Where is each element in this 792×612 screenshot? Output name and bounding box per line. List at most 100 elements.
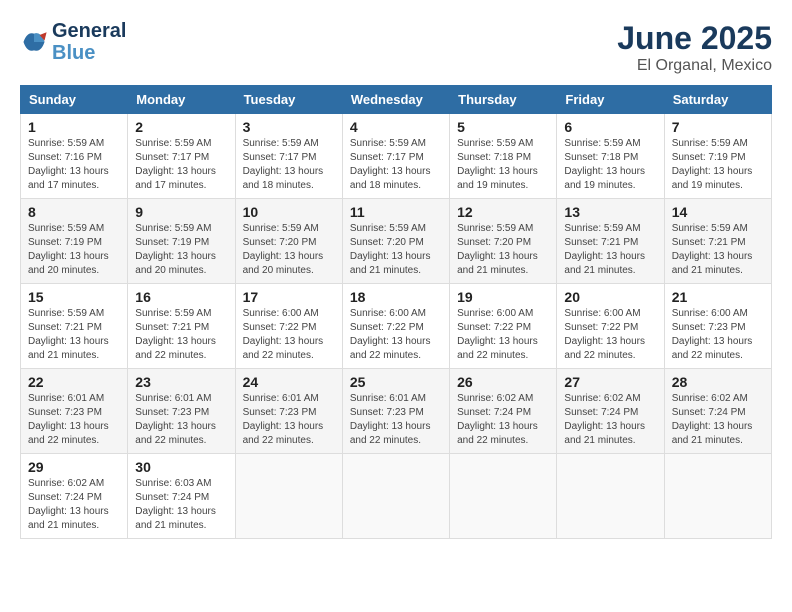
table-row: 27 Sunrise: 6:02 AM Sunset: 7:24 PM Dayl… (557, 369, 664, 454)
logo-line1: General (52, 20, 126, 42)
col-friday: Friday (557, 86, 664, 114)
day-info: Sunrise: 6:02 AM Sunset: 7:24 PM Dayligh… (672, 392, 764, 448)
table-row (450, 454, 557, 539)
day-number: 16 (135, 289, 227, 305)
table-row: 6 Sunrise: 5:59 AM Sunset: 7:18 PM Dayli… (557, 114, 664, 199)
day-number: 10 (243, 204, 335, 220)
day-info: Sunrise: 5:59 AM Sunset: 7:20 PM Dayligh… (243, 222, 335, 278)
day-info: Sunrise: 6:00 AM Sunset: 7:22 PM Dayligh… (243, 307, 335, 363)
day-number: 9 (135, 204, 227, 220)
day-number: 25 (350, 374, 442, 390)
table-row: 29 Sunrise: 6:02 AM Sunset: 7:24 PM Dayl… (21, 454, 128, 539)
day-info: Sunrise: 5:59 AM Sunset: 7:19 PM Dayligh… (135, 222, 227, 278)
calendar-week-row: 8 Sunrise: 5:59 AM Sunset: 7:19 PM Dayli… (21, 199, 772, 284)
table-row: 25 Sunrise: 6:01 AM Sunset: 7:23 PM Dayl… (342, 369, 449, 454)
day-number: 1 (28, 119, 120, 135)
day-number: 18 (350, 289, 442, 305)
table-row: 18 Sunrise: 6:00 AM Sunset: 7:22 PM Dayl… (342, 284, 449, 369)
calendar-header-row: Sunday Monday Tuesday Wednesday Thursday… (21, 86, 772, 114)
day-number: 8 (28, 204, 120, 220)
col-saturday: Saturday (664, 86, 771, 114)
table-row: 24 Sunrise: 6:01 AM Sunset: 7:23 PM Dayl… (235, 369, 342, 454)
day-info: Sunrise: 5:59 AM Sunset: 7:21 PM Dayligh… (135, 307, 227, 363)
day-number: 15 (28, 289, 120, 305)
day-info: Sunrise: 6:02 AM Sunset: 7:24 PM Dayligh… (28, 477, 120, 533)
col-tuesday: Tuesday (235, 86, 342, 114)
table-row: 3 Sunrise: 5:59 AM Sunset: 7:17 PM Dayli… (235, 114, 342, 199)
table-row: 5 Sunrise: 5:59 AM Sunset: 7:18 PM Dayli… (450, 114, 557, 199)
day-info: Sunrise: 6:01 AM Sunset: 7:23 PM Dayligh… (243, 392, 335, 448)
table-row: 9 Sunrise: 5:59 AM Sunset: 7:19 PM Dayli… (128, 199, 235, 284)
day-number: 6 (564, 119, 656, 135)
day-number: 13 (564, 204, 656, 220)
day-info: Sunrise: 6:01 AM Sunset: 7:23 PM Dayligh… (350, 392, 442, 448)
day-number: 17 (243, 289, 335, 305)
day-number: 26 (457, 374, 549, 390)
day-info: Sunrise: 6:01 AM Sunset: 7:23 PM Dayligh… (28, 392, 120, 448)
day-number: 28 (672, 374, 764, 390)
day-number: 23 (135, 374, 227, 390)
day-number: 29 (28, 459, 120, 475)
table-row: 12 Sunrise: 5:59 AM Sunset: 7:20 PM Dayl… (450, 199, 557, 284)
table-row: 28 Sunrise: 6:02 AM Sunset: 7:24 PM Dayl… (664, 369, 771, 454)
month-title: June 2025 (617, 20, 772, 57)
day-number: 30 (135, 459, 227, 475)
day-number: 21 (672, 289, 764, 305)
table-row: 19 Sunrise: 6:00 AM Sunset: 7:22 PM Dayl… (450, 284, 557, 369)
day-number: 5 (457, 119, 549, 135)
day-info: Sunrise: 5:59 AM Sunset: 7:18 PM Dayligh… (457, 137, 549, 193)
table-row: 11 Sunrise: 5:59 AM Sunset: 7:20 PM Dayl… (342, 199, 449, 284)
table-row: 7 Sunrise: 5:59 AM Sunset: 7:19 PM Dayli… (664, 114, 771, 199)
logo: General Blue (20, 20, 126, 64)
table-row (342, 454, 449, 539)
day-info: Sunrise: 5:59 AM Sunset: 7:16 PM Dayligh… (28, 137, 120, 193)
calendar-body: 1 Sunrise: 5:59 AM Sunset: 7:16 PM Dayli… (21, 114, 772, 539)
day-info: Sunrise: 6:02 AM Sunset: 7:24 PM Dayligh… (564, 392, 656, 448)
page-header: General Blue June 2025 El Organal, Mexic… (20, 20, 772, 75)
day-number: 22 (28, 374, 120, 390)
logo-icon (20, 28, 48, 56)
day-number: 7 (672, 119, 764, 135)
table-row (235, 454, 342, 539)
table-row: 13 Sunrise: 5:59 AM Sunset: 7:21 PM Dayl… (557, 199, 664, 284)
day-info: Sunrise: 6:02 AM Sunset: 7:24 PM Dayligh… (457, 392, 549, 448)
day-info: Sunrise: 5:59 AM Sunset: 7:17 PM Dayligh… (350, 137, 442, 193)
day-number: 27 (564, 374, 656, 390)
day-number: 11 (350, 204, 442, 220)
day-number: 4 (350, 119, 442, 135)
day-number: 12 (457, 204, 549, 220)
day-number: 24 (243, 374, 335, 390)
table-row: 26 Sunrise: 6:02 AM Sunset: 7:24 PM Dayl… (450, 369, 557, 454)
table-row: 17 Sunrise: 6:00 AM Sunset: 7:22 PM Dayl… (235, 284, 342, 369)
calendar-table: Sunday Monday Tuesday Wednesday Thursday… (20, 85, 772, 539)
table-row: 15 Sunrise: 5:59 AM Sunset: 7:21 PM Dayl… (21, 284, 128, 369)
table-row: 20 Sunrise: 6:00 AM Sunset: 7:22 PM Dayl… (557, 284, 664, 369)
day-info: Sunrise: 6:00 AM Sunset: 7:23 PM Dayligh… (672, 307, 764, 363)
day-number: 20 (564, 289, 656, 305)
table-row: 23 Sunrise: 6:01 AM Sunset: 7:23 PM Dayl… (128, 369, 235, 454)
day-info: Sunrise: 5:59 AM Sunset: 7:20 PM Dayligh… (350, 222, 442, 278)
title-area: June 2025 El Organal, Mexico (617, 20, 772, 75)
calendar-week-row: 22 Sunrise: 6:01 AM Sunset: 7:23 PM Dayl… (21, 369, 772, 454)
day-info: Sunrise: 5:59 AM Sunset: 7:21 PM Dayligh… (564, 222, 656, 278)
day-info: Sunrise: 5:59 AM Sunset: 7:17 PM Dayligh… (135, 137, 227, 193)
day-number: 14 (672, 204, 764, 220)
logo-line2: Blue (52, 42, 126, 64)
day-number: 3 (243, 119, 335, 135)
table-row: 21 Sunrise: 6:00 AM Sunset: 7:23 PM Dayl… (664, 284, 771, 369)
calendar-week-row: 15 Sunrise: 5:59 AM Sunset: 7:21 PM Dayl… (21, 284, 772, 369)
day-info: Sunrise: 5:59 AM Sunset: 7:19 PM Dayligh… (672, 137, 764, 193)
table-row: 2 Sunrise: 5:59 AM Sunset: 7:17 PM Dayli… (128, 114, 235, 199)
day-info: Sunrise: 6:00 AM Sunset: 7:22 PM Dayligh… (457, 307, 549, 363)
col-sunday: Sunday (21, 86, 128, 114)
day-info: Sunrise: 6:03 AM Sunset: 7:24 PM Dayligh… (135, 477, 227, 533)
day-number: 19 (457, 289, 549, 305)
day-info: Sunrise: 5:59 AM Sunset: 7:21 PM Dayligh… (28, 307, 120, 363)
table-row: 10 Sunrise: 5:59 AM Sunset: 7:20 PM Dayl… (235, 199, 342, 284)
calendar-week-row: 1 Sunrise: 5:59 AM Sunset: 7:16 PM Dayli… (21, 114, 772, 199)
table-row: 30 Sunrise: 6:03 AM Sunset: 7:24 PM Dayl… (128, 454, 235, 539)
day-info: Sunrise: 5:59 AM Sunset: 7:19 PM Dayligh… (28, 222, 120, 278)
day-info: Sunrise: 5:59 AM Sunset: 7:18 PM Dayligh… (564, 137, 656, 193)
location-title: El Organal, Mexico (617, 57, 772, 75)
table-row: 1 Sunrise: 5:59 AM Sunset: 7:16 PM Dayli… (21, 114, 128, 199)
